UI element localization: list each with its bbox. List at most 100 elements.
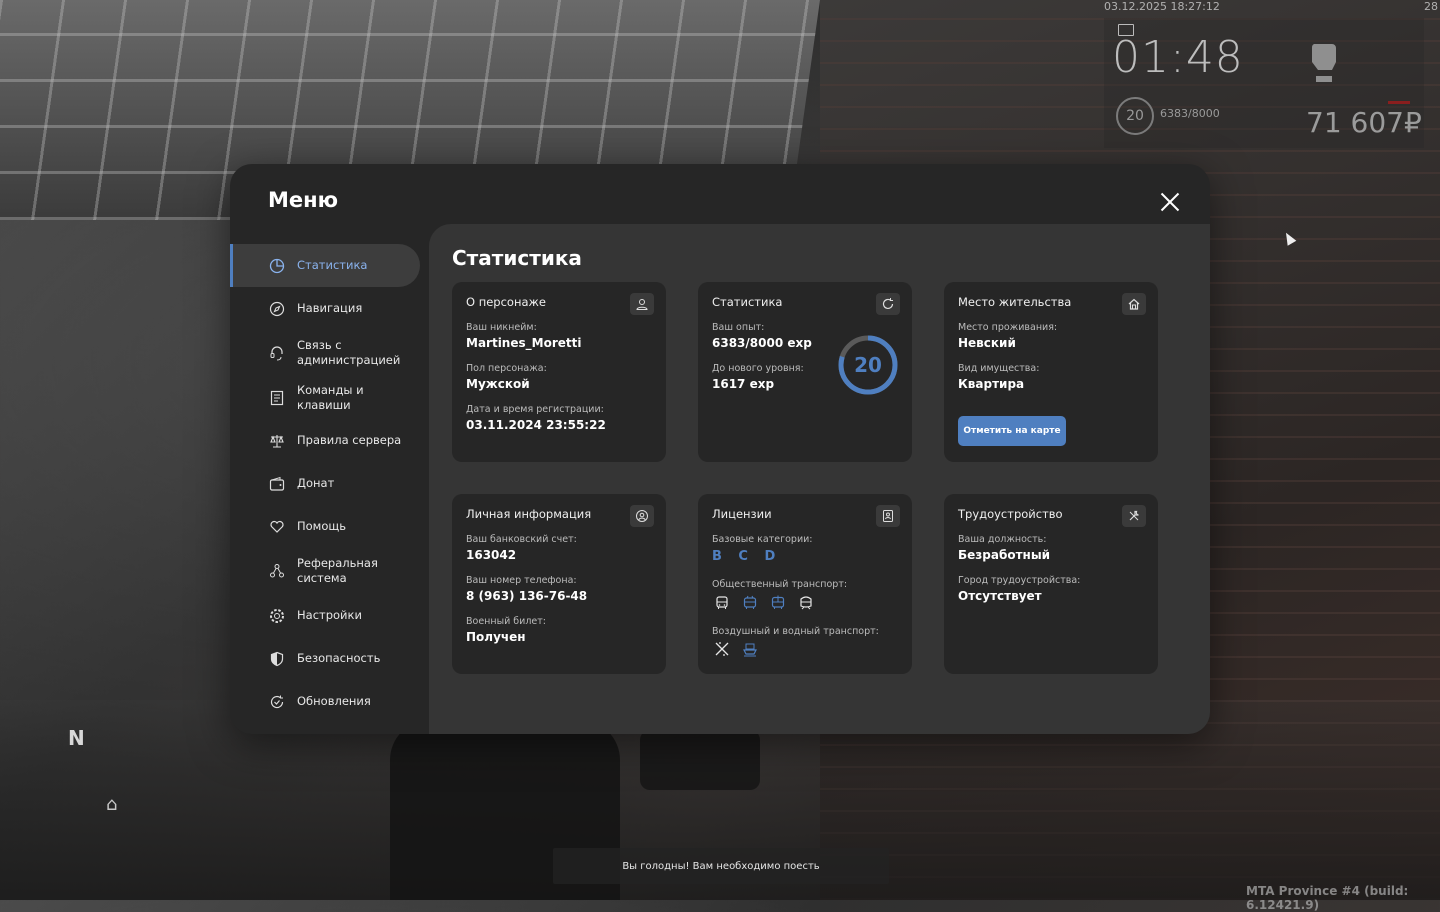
heart-hand-icon xyxy=(268,518,286,536)
gear-icon xyxy=(268,607,286,625)
property-value: Квартира xyxy=(958,377,1025,391)
phone-value: 8 (963) 136-76-48 xyxy=(466,589,588,603)
menu-title: Меню xyxy=(268,188,339,212)
next-level-label: До нового уровня: xyxy=(712,363,804,374)
sidebar-item-label: Настройки xyxy=(297,608,362,622)
mark-on-map-button[interactable]: Отметить на карте xyxy=(958,416,1066,446)
card-title: Место жительства xyxy=(958,295,1072,309)
hunger-notification: Вы голодны! Вам необходимо поесть xyxy=(553,848,889,884)
employment-city-value: Отсутствует xyxy=(958,589,1042,603)
level-value: 20 xyxy=(854,353,882,377)
sidebar-item-statistics[interactable]: Статистика xyxy=(230,244,420,287)
card-licenses: Лицензии Базовые категории: B C D Общест… xyxy=(698,494,912,674)
air-water-transport-label: Воздушный и водный транспорт: xyxy=(712,626,879,637)
card-residence: Место жительства Место проживания: Невск… xyxy=(944,282,1158,462)
sidebar-item-label: Реферальная система xyxy=(297,556,378,585)
card-statistics: Статистика Ваш опыт: 6383/8000 exp До но… xyxy=(698,282,912,462)
network-icon xyxy=(268,562,286,580)
sidebar-item-admin-contact[interactable]: Связь с администрацией xyxy=(230,330,420,376)
user-icon[interactable] xyxy=(630,293,654,315)
refresh-icon[interactable] xyxy=(876,293,900,315)
bus-icon xyxy=(712,594,732,612)
sidebar-item-settings[interactable]: Настройки xyxy=(230,594,420,637)
content-panel: Статистика О персонаже Ваш никнейм: Mart… xyxy=(429,224,1210,734)
pie-chart-icon xyxy=(268,257,286,275)
boat-icon xyxy=(740,640,760,658)
registration-label: Дата и время регистрации: xyxy=(466,404,604,415)
registration-value: 03.11.2024 23:55:22 xyxy=(466,418,606,432)
close-icon[interactable] xyxy=(1156,188,1184,216)
sidebar-item-label: Обновления xyxy=(297,694,371,708)
sidebar-item-label: Связь с администрацией xyxy=(297,338,401,367)
exp-value: 6383/8000 exp xyxy=(712,336,812,350)
metro-icon xyxy=(796,594,816,612)
airplane-icon xyxy=(712,640,732,658)
job-position-value: Безработный xyxy=(958,548,1051,562)
headset-icon xyxy=(268,344,286,362)
hud-hunger-bar xyxy=(1388,101,1410,104)
list-icon xyxy=(268,389,286,407)
home-icon[interactable] xyxy=(1122,293,1146,315)
base-categories-label: Базовые категории: xyxy=(712,534,813,545)
sidebar-item-label: Правила сервера xyxy=(297,433,402,447)
card-title: О персонаже xyxy=(466,295,546,309)
military-id-label: Военный билет: xyxy=(466,616,546,627)
sidebar-item-navigation[interactable]: Навигация xyxy=(230,287,420,330)
card-title: Трудоустройство xyxy=(958,507,1063,521)
sidebar-item-referral[interactable]: Реферальная система xyxy=(230,548,420,594)
gender-value: Мужской xyxy=(466,377,530,391)
hud-corner-number: 28 xyxy=(1424,0,1438,13)
sidebar-item-label: Помощь xyxy=(297,519,347,533)
air-water-transport-icons xyxy=(712,640,760,658)
sidebar-item-donate[interactable]: Донат xyxy=(230,462,420,505)
shield-icon xyxy=(268,650,286,668)
wallet-icon xyxy=(268,475,286,493)
build-info: MTA Province #4 (build: 6.12421.9) xyxy=(1246,884,1409,912)
background-character-hand xyxy=(640,730,760,790)
id-card-icon[interactable] xyxy=(876,505,900,527)
card-character: О персонаже Ваш никнейм: Martines_Morett… xyxy=(452,282,666,462)
tram-icon xyxy=(768,594,788,612)
residence-value: Невский xyxy=(958,336,1016,350)
menu-window: Меню Статистика Навигация Связь с админи… xyxy=(230,164,1210,734)
public-transport-label: Общественный транспорт: xyxy=(712,579,848,590)
hud-level-badge: 20 xyxy=(1116,97,1154,135)
tools-icon[interactable] xyxy=(1122,505,1146,527)
sidebar-item-label: Команды и клавиши xyxy=(297,382,364,412)
sidebar-item-label: Безопасность xyxy=(297,651,381,665)
trolleybus-icon xyxy=(740,594,760,612)
minimap-player-arrow-icon: ⌂ xyxy=(106,794,118,815)
nickname-value: Martines_Moretti xyxy=(466,336,582,350)
scales-icon xyxy=(268,432,286,450)
sidebar-item-help[interactable]: Помощь xyxy=(230,505,420,548)
sidebar-item-commands[interactable]: Команды и клавиши xyxy=(230,376,420,419)
phone-label: Ваш номер телефона: xyxy=(466,575,577,586)
card-title: Лицензии xyxy=(712,507,772,521)
residence-label: Место проживания: xyxy=(958,322,1058,333)
military-id-value: Получен xyxy=(466,630,526,644)
sidebar-item-rules[interactable]: Правила сервера xyxy=(230,419,420,462)
fist-icon xyxy=(1304,36,1344,84)
page-title: Статистика xyxy=(452,246,582,270)
card-title: Статистика xyxy=(712,295,783,309)
person-circle-icon[interactable] xyxy=(630,505,654,527)
minimap-north: N xyxy=(68,726,85,750)
sidebar-item-updates[interactable]: Обновления xyxy=(230,680,420,723)
base-categories-value: B C D xyxy=(712,549,782,564)
hud-money: 71 607₽ xyxy=(1306,106,1422,139)
sidebar-item-label: Навигация xyxy=(297,301,363,315)
bank-account-value: 163042 xyxy=(466,548,517,562)
employment-city-label: Город трудоустройства: xyxy=(958,575,1081,586)
sidebar-item-security[interactable]: Безопасность xyxy=(230,637,420,680)
nickname-label: Ваш никнейм: xyxy=(466,322,537,333)
sidebar: Статистика Навигация Связь с администрац… xyxy=(230,244,430,723)
card-employment: Трудоустройство Ваша должность: Безработ… xyxy=(944,494,1158,674)
next-level-value: 1617 exp xyxy=(712,377,775,391)
hud-datetime: 03.12.2025 18:27:12 xyxy=(1104,0,1220,13)
card-personal-info: Личная информация Ваш банковский счет: 1… xyxy=(452,494,666,674)
public-transport-icons xyxy=(712,594,816,612)
gender-label: Пол персонажа: xyxy=(466,363,547,374)
compass-icon xyxy=(268,300,286,318)
sidebar-item-label: Донат xyxy=(297,476,335,490)
hud-time: 01:48 xyxy=(1112,32,1244,83)
